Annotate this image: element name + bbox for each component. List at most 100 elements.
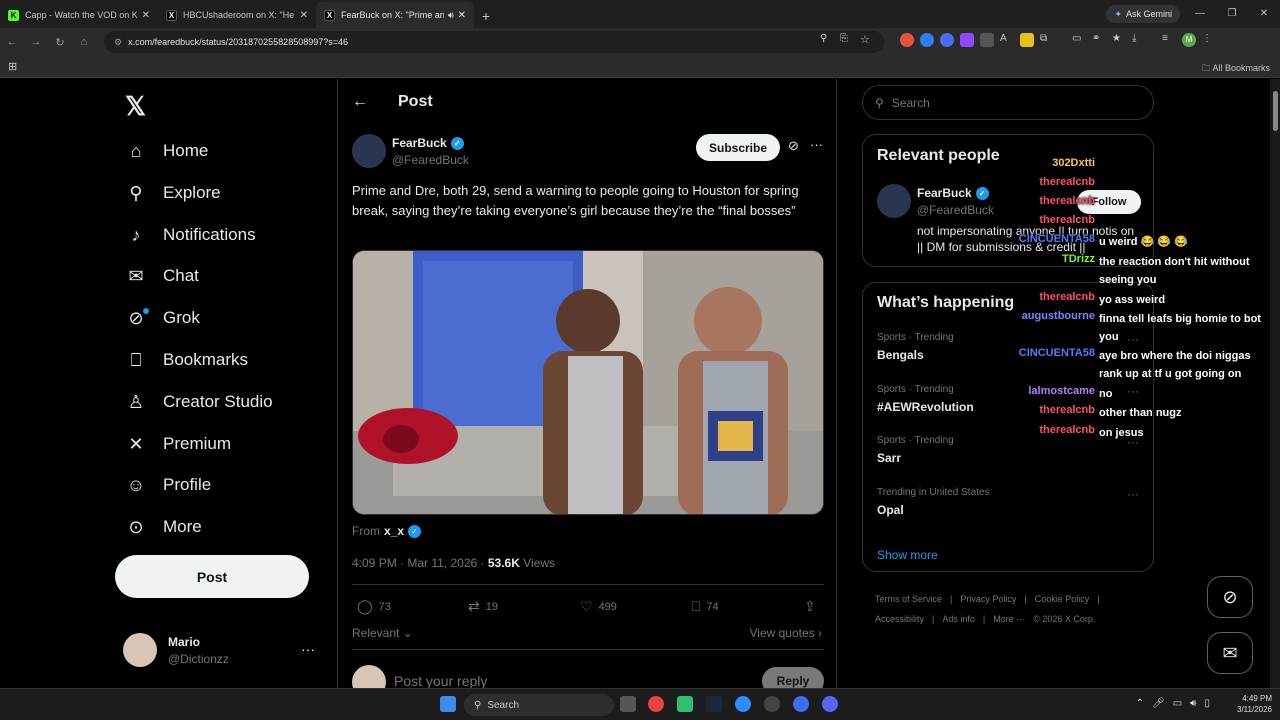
search-input[interactable]: ⚲ Search	[862, 85, 1154, 120]
nav-item-premium[interactable]: ✕ Premium	[125, 426, 231, 462]
account-switcher[interactable]: Mario @Dictionzz ···	[123, 633, 323, 669]
author-handle[interactable]: @FearedBuck	[392, 153, 469, 167]
footer-link[interactable]: Ads info	[942, 614, 975, 624]
menu-lines-icon[interactable]: ≡	[1162, 33, 1176, 47]
app-blue-icon[interactable]	[735, 696, 751, 712]
maximize-icon[interactable]: ❐	[1216, 0, 1248, 28]
extension-red-icon[interactable]	[900, 33, 914, 47]
source-user[interactable]: x_x	[384, 524, 404, 538]
install-icon[interactable]: ⎘	[840, 33, 854, 47]
forward-icon[interactable]: →	[24, 36, 48, 48]
grok-floating-button[interactable]: ⊘	[1207, 576, 1253, 618]
microphone-icon[interactable]: 🎤︎	[1152, 698, 1165, 709]
repost-button[interactable]: ⇄ 19	[468, 598, 498, 615]
extension-blue-icon[interactable]	[920, 33, 934, 47]
volume-icon[interactable]: 🔊︎	[1190, 698, 1196, 709]
network-icon[interactable]: ▭	[1173, 698, 1182, 709]
steam-icon[interactable]	[706, 696, 722, 712]
more-dots-icon[interactable]: ···	[1127, 487, 1139, 501]
minimize-icon[interactable]: —	[1184, 0, 1216, 28]
view-quotes-link[interactable]: View quotes ›	[750, 626, 823, 640]
ask-gemini-button[interactable]: ✦ Ask Gemini	[1106, 5, 1180, 23]
sidebar-icon[interactable]: ▭	[1072, 33, 1086, 47]
reply-button[interactable]: ◯ 73	[357, 598, 391, 615]
trend-item[interactable]: Trending in United States Opal ···	[877, 487, 1139, 517]
bookmark-button[interactable]: ⎕ 74	[692, 598, 719, 615]
home-browser-icon[interactable]: ⌂	[72, 36, 96, 48]
grok-icon[interactable]: ⊘	[788, 138, 799, 154]
scrollbar-thumb[interactable]	[1273, 91, 1278, 131]
nav-item-creator-studio[interactable]: ♙ Creator Studio	[125, 384, 273, 420]
footer-link[interactable]: Cookie Policy	[1035, 594, 1090, 604]
footer-link[interactable]: Terms of Service	[875, 594, 942, 604]
site-info-icon[interactable]: ⚙	[114, 37, 122, 48]
nav-item-grok[interactable]: ⊘ Grok	[125, 300, 200, 336]
show-more-link[interactable]: Show more	[877, 548, 938, 562]
nav-item-profile[interactable]: ☺ Profile	[125, 467, 211, 503]
x-logo-icon[interactable]: 𝕏	[125, 91, 146, 122]
nav-item-more[interactable]: ⊙ More	[125, 509, 201, 545]
share-button[interactable]: ⇪	[804, 598, 822, 615]
nav-item-chat[interactable]: ✉ Chat	[125, 258, 198, 294]
app-green-icon[interactable]	[677, 696, 693, 712]
close-icon[interactable]: ✕	[300, 10, 308, 21]
extension-gray-icon[interactable]	[980, 33, 994, 47]
footer-link[interactable]: Accessibility	[875, 614, 924, 624]
close-icon[interactable]: ✕	[142, 10, 150, 21]
close-icon[interactable]: ✕	[458, 10, 466, 21]
app-settings-icon[interactable]	[764, 696, 780, 712]
battery-icon[interactable]: ▯	[1204, 698, 1210, 709]
back-icon[interactable]: ←	[0, 36, 24, 48]
task-view-icon[interactable]	[620, 696, 636, 712]
nav-item-notifications[interactable]: ♪ Notifications	[125, 217, 256, 253]
url-text[interactable]: x.com/fearedbuck/status/2031870255828508…	[128, 37, 348, 47]
nav-item-bookmarks[interactable]: ⎕ Bookmarks	[125, 342, 248, 378]
windows-start-icon[interactable]	[440, 696, 456, 712]
extension-yellow-icon[interactable]	[1020, 33, 1034, 47]
extension-shield-icon[interactable]	[940, 33, 954, 47]
reply-input[interactable]: Post your reply	[394, 673, 487, 688]
discord-icon[interactable]	[822, 696, 838, 712]
zoom-icon[interactable]: ⚲	[820, 33, 834, 47]
nav-item-explore[interactable]: ⚲ Explore	[125, 175, 220, 211]
post-button[interactable]: Post	[115, 555, 309, 598]
app-arrow-icon[interactable]	[793, 696, 809, 712]
new-tab-button[interactable]: +	[474, 4, 498, 28]
post-time[interactable]: 4:09 PM · Mar 11, 2026 ·	[352, 556, 488, 570]
link-icon[interactable]: ⚭	[1092, 33, 1106, 47]
more-dots-icon[interactable]: ···	[301, 641, 315, 657]
footer-link[interactable]: Privacy Policy	[960, 594, 1016, 604]
like-button[interactable]: ♡ 499	[580, 598, 617, 615]
messages-floating-button[interactable]: ✉	[1207, 632, 1253, 674]
download-icon[interactable]: ⤓	[1132, 33, 1146, 47]
address-bar[interactable]: ⚙ x.com/fearedbuck/status/20318702558285…	[104, 31, 884, 53]
more-dots-icon[interactable]: ···	[810, 137, 823, 152]
avatar[interactable]	[352, 134, 386, 168]
reload-icon[interactable]: ↻	[48, 36, 72, 49]
apps-grid-icon[interactable]: ⊞	[8, 60, 17, 73]
speaker-icon[interactable]: 🔊︎	[448, 10, 454, 21]
post-video[interactable]	[352, 250, 824, 515]
extensions-puzzle-icon[interactable]: ⧉	[1040, 33, 1054, 47]
close-window-icon[interactable]: ✕	[1248, 0, 1280, 28]
footer-link[interactable]: More ···	[993, 614, 1025, 624]
star-icon[interactable]: ☆	[860, 33, 874, 47]
page-scrollbar[interactable]	[1270, 79, 1280, 688]
profile-avatar-icon[interactable]: M	[1182, 33, 1196, 47]
taskbar-search[interactable]: ⚲ Search	[464, 694, 614, 716]
clock[interactable]: 4:49 PM 3/11/2026	[1237, 693, 1272, 715]
subscribe-button[interactable]: Subscribe	[696, 134, 780, 161]
chevron-up-icon[interactable]: ⌃	[1136, 698, 1144, 709]
browser-tab-fearbuck[interactable]: X FearBuck on X: "Prime and 🔊︎ ✕	[316, 2, 474, 28]
reply-submit-button[interactable]: Reply	[762, 667, 824, 688]
all-bookmarks-button[interactable]: 🗀︎ All Bookmarks	[1201, 61, 1270, 77]
back-arrow-icon[interactable]: ←	[352, 93, 368, 111]
browser-tab-hbcu[interactable]: X HBCUshaderoom on X: "He wa ✕	[158, 2, 316, 28]
chrome-icon[interactable]	[648, 696, 664, 712]
bookmarks-star-icon[interactable]: ★	[1112, 33, 1126, 47]
extension-twitch-icon[interactable]	[960, 33, 974, 47]
nav-item-home[interactable]: ⌂ Home	[125, 133, 209, 169]
author-name[interactable]: FearBuck ✓	[392, 136, 464, 150]
chrome-menu-icon[interactable]: ⋮	[1202, 33, 1216, 47]
extension-translate-icon[interactable]: A	[1000, 33, 1014, 47]
